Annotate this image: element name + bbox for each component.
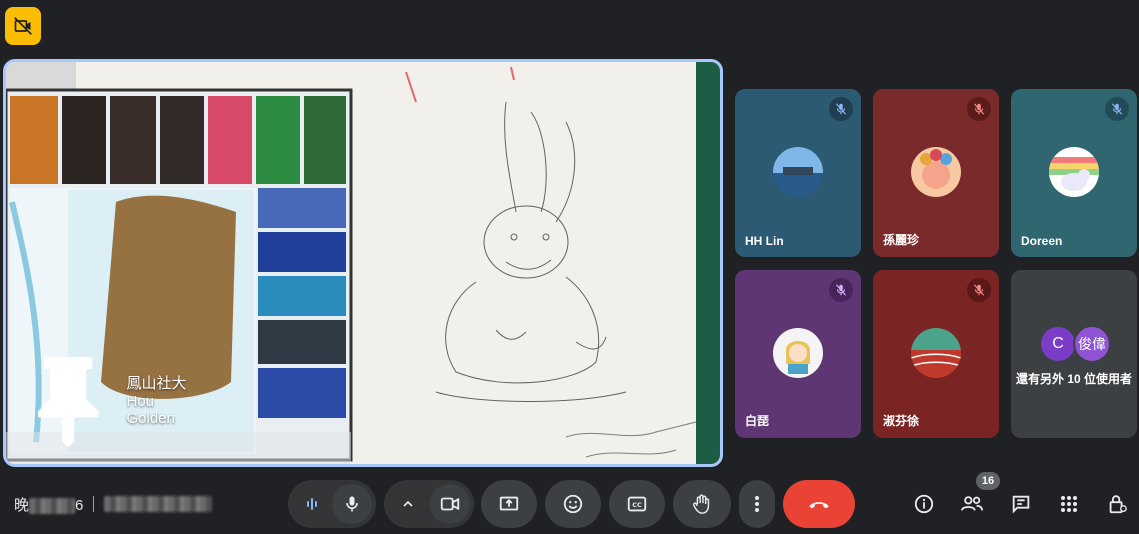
participant-name: Doreen [1021,234,1063,248]
apps-icon [1061,496,1077,512]
info-icon [914,494,934,514]
avatar [773,328,823,378]
leave-call-button[interactable] [783,480,855,528]
lock-person-icon [1109,495,1127,514]
presenter-name-label: 鳳山社大Hou Golden [26,351,196,448]
mic-off-icon [829,278,853,302]
camera-options-button[interactable] [388,484,428,524]
raise-hand-button[interactable] [673,480,731,528]
call-end-icon [809,502,829,509]
host-controls-button[interactable] [1097,484,1137,524]
participant-tile[interactable]: Doreen [1011,89,1137,257]
mic-off-icon [829,97,853,121]
people-button[interactable] [952,484,992,524]
participant-count-badge: 16 [976,472,1000,490]
participant-tile[interactable]: 淑芬徐 [873,270,999,438]
participant-name: 孫麗珍 [883,233,920,247]
audio-level-icon [292,484,332,524]
participant-name: 淑芬徐 [883,414,920,428]
participant-tile[interactable]: 孫麗珍 [873,89,999,257]
mic-group [288,480,376,528]
activities-button[interactable] [1049,484,1089,524]
video-off-icon [14,17,32,35]
mic-button[interactable] [332,484,372,524]
emoji-icon [563,494,583,514]
participant-tile[interactable]: 白琵 [735,270,861,438]
mic-off-icon [1105,97,1129,121]
avatar [911,328,961,378]
reactions-button[interactable] [545,480,601,528]
people-icon [961,496,983,511]
no-video-badge[interactable] [5,7,41,45]
chat-button[interactable] [1001,484,1041,524]
chat-icon [1012,495,1030,514]
closed-caption-icon: CC [627,496,647,512]
mic-off-icon [967,97,991,121]
avatar [773,147,823,197]
avatar: C [1039,325,1077,363]
present-screen-button[interactable] [481,480,537,528]
participant-name: HH Lin [745,234,784,248]
pin-icon [38,357,99,448]
hand-icon [693,494,710,514]
camera-group [384,480,474,528]
camera-button[interactable] [430,484,470,524]
chevron-up-icon [403,500,413,507]
captions-button[interactable]: CC [609,480,665,528]
svg-text:CC: CC [632,501,642,509]
videocam-icon [440,497,460,511]
participant-tile[interactable]: HH Lin [735,89,861,257]
control-bar: CC [0,480,1139,528]
participant-name: 白琵 [745,414,770,428]
mic-icon [346,496,358,512]
present-to-all-icon [499,496,519,511]
more-participants-tile[interactable]: C 俊偉 還有另外 10 位使用者 [1011,270,1137,438]
more-options-button[interactable] [739,480,775,528]
avatar [911,147,961,197]
more-vert-icon [755,496,759,512]
avatar: 俊偉 [1073,325,1111,363]
meeting-details-button[interactable] [904,484,944,524]
more-participants-label: 還有另外 10 位使用者 [1015,372,1133,386]
mic-off-icon [967,278,991,302]
avatar [1049,147,1099,197]
presenter-video-tile[interactable]: 鳳山社大Hou Golden [3,59,723,467]
presenter-name-text: 鳳山社大Hou Golden [126,375,187,428]
